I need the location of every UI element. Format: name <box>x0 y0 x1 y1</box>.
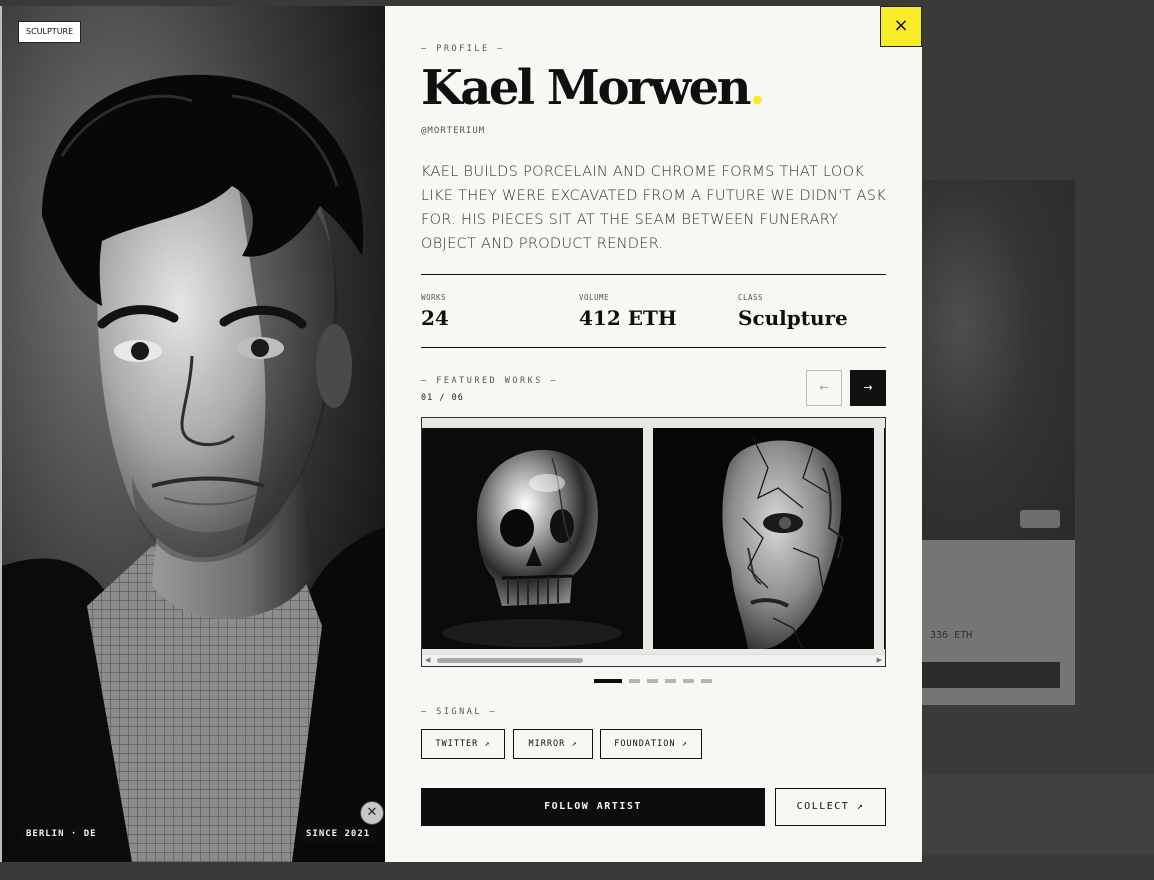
twitter-link[interactable]: TWITTER ↗ <box>421 729 505 759</box>
pagination-dot[interactable] <box>683 679 694 683</box>
artwork-chrome-skull[interactable] <box>422 428 643 649</box>
signal-kicker: — SIGNAL — <box>421 707 498 717</box>
collect-button[interactable]: COLLECT ↗ <box>775 788 886 826</box>
artist-profile-modal: SCULPTURE BERLIN · DE SINCE 2021 ✕ × — P… <box>0 6 922 862</box>
scroll-left-icon[interactable]: ◀ <box>425 656 430 664</box>
stat-value: 24 <box>421 306 449 330</box>
stat-works: WORKS 24 <box>421 293 449 330</box>
pagination-dot[interactable] <box>629 679 640 683</box>
artist-name: Kael Morwen. <box>421 60 766 116</box>
background-card-volume: 336 ETH <box>930 630 973 641</box>
portrait-image <box>2 6 385 862</box>
background-card-button <box>910 662 1060 688</box>
artist-bio: Kael builds porcelain and chrome forms t… <box>421 164 887 252</box>
background-artist-card: 336 ETH <box>900 180 1075 705</box>
artwork-cracked-porcelain-face[interactable] <box>653 428 874 649</box>
featured-works-kicker: — FEATURED WORKS — <box>421 376 559 386</box>
featured-works-carousel[interactable]: ◀ ▶ <box>421 417 886 667</box>
background-card-badge <box>1020 510 1060 528</box>
since-label: SINCE 2021 <box>299 826 378 842</box>
stat-value: Sculpture <box>738 306 848 330</box>
pagination-dot[interactable] <box>665 679 676 683</box>
foundation-link[interactable]: FOUNDATION ↗ <box>600 729 702 759</box>
pagination-dot-active[interactable] <box>594 679 622 683</box>
profile-kicker: — PROFILE — <box>421 44 505 54</box>
scroll-right-icon[interactable]: ▶ <box>877 656 882 664</box>
close-button[interactable]: × <box>880 6 922 47</box>
artwork-next-peek[interactable] <box>884 428 885 649</box>
stat-value: 412 ETH <box>579 306 677 330</box>
artist-handle: @MORTERIUM <box>421 126 486 136</box>
stat-volume: VOLUME 412 ETH <box>579 293 677 330</box>
pagination-dot[interactable] <box>701 679 712 683</box>
background-card-image <box>900 180 1075 540</box>
stat-class: CLASS Sculpture <box>738 293 848 330</box>
location-label: BERLIN · DE <box>19 826 104 842</box>
carousel-next-button[interactable]: → <box>850 370 886 406</box>
stat-label: VOLUME <box>579 293 610 302</box>
porcelain-face-image <box>653 428 874 649</box>
pagination-dot[interactable] <box>647 679 658 683</box>
background-strip <box>922 775 1154 855</box>
artist-name-text: Kael Morwen <box>421 60 752 116</box>
chrome-skull-image <box>422 428 643 649</box>
follow-artist-button[interactable]: FOLLOW ARTIST <box>421 788 765 826</box>
category-tag: SCULPTURE <box>18 21 82 43</box>
stat-label: CLASS <box>738 293 764 302</box>
carousel-prev-button[interactable]: ← <box>806 370 842 406</box>
artist-name-dot: . <box>749 60 766 116</box>
stats-row: WORKS 24 VOLUME 412 ETH CLASS Sculpture <box>421 274 886 348</box>
avatar-icon[interactable]: ✕ <box>360 801 384 825</box>
carousel-scrollbar[interactable]: ◀ ▶ <box>422 654 885 666</box>
artist-portrait: SCULPTURE BERLIN · DE SINCE 2021 ✕ <box>0 6 385 862</box>
featured-counter: 01 / 06 <box>421 393 464 403</box>
scrollbar-thumb[interactable] <box>437 658 583 663</box>
stat-label: WORKS <box>421 293 447 302</box>
mirror-link[interactable]: MIRROR ↗ <box>513 729 593 759</box>
